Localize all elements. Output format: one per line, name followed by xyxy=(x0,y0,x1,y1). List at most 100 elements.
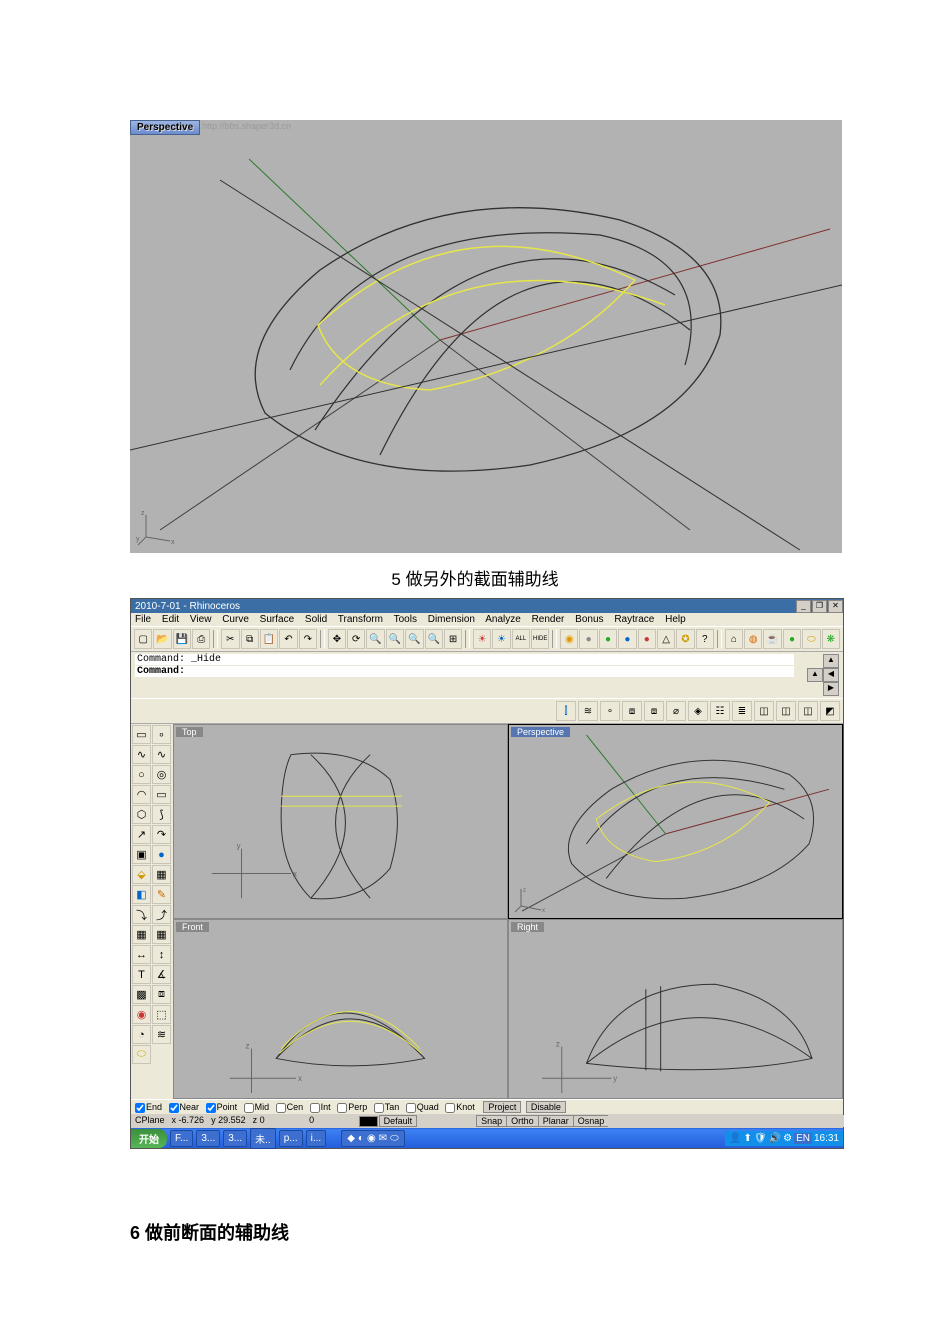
maximize-button[interactable]: ❐ xyxy=(812,600,827,613)
transform-icon[interactable]: ⤵ xyxy=(132,905,151,924)
lasso-icon[interactable]: ∘ xyxy=(152,725,171,744)
globe-icon[interactable]: ✪ xyxy=(676,629,694,649)
tray-icon[interactable]: ⚙ xyxy=(783,1133,792,1144)
print-icon[interactable]: ⎙ xyxy=(192,629,210,649)
taskbar-item[interactable]: F... xyxy=(170,1130,193,1147)
misc4-icon[interactable]: ◩ xyxy=(820,701,840,721)
menu-surface[interactable]: Surface xyxy=(260,614,294,625)
open-icon[interactable]: 📂 xyxy=(153,629,171,649)
menu-render[interactable]: Render xyxy=(532,614,565,625)
sphere-tool-icon[interactable]: ● xyxy=(152,845,171,864)
fillet-icon[interactable]: ↷ xyxy=(152,825,171,844)
render-icon[interactable]: ☀ xyxy=(492,629,510,649)
taskbar-item[interactable]: 3... xyxy=(223,1130,247,1147)
menu-solid[interactable]: Solid xyxy=(305,614,327,625)
loft-icon[interactable]: ⬭ xyxy=(132,1045,151,1064)
curve-icon[interactable]: ∿ xyxy=(152,745,171,764)
sphere-red-icon[interactable]: ● xyxy=(638,629,656,649)
misc1-icon[interactable]: ◫ xyxy=(754,701,774,721)
save-icon[interactable]: 💾 xyxy=(173,629,191,649)
osnap-quad[interactable]: Quad xyxy=(406,1102,439,1112)
osnap-disable-button[interactable]: Disable xyxy=(526,1101,566,1113)
shade-icon[interactable]: ☀ xyxy=(473,629,491,649)
redo-icon[interactable]: ↷ xyxy=(299,629,317,649)
viewport-top[interactable]: Top x y xyxy=(173,724,508,919)
osnap-end[interactable]: End xyxy=(135,1102,162,1112)
boolean-icon[interactable]: ◧ xyxy=(132,885,151,904)
osnap-near[interactable]: Near xyxy=(169,1102,200,1112)
arc-icon[interactable]: ◠ xyxy=(132,785,151,804)
new-icon[interactable]: ▢ xyxy=(134,629,152,649)
section-icon[interactable]: ⧈ xyxy=(152,985,171,1004)
layer-icon[interactable]: ◉ xyxy=(560,629,578,649)
sphere-blue-icon[interactable]: ● xyxy=(618,629,636,649)
tree-icon[interactable]: ❋ xyxy=(822,629,840,649)
misc5-icon[interactable]: ⬚ xyxy=(152,1005,171,1024)
point-icon[interactable]: ∘ xyxy=(600,701,620,721)
options-icon[interactable]: ⌂ xyxy=(725,629,743,649)
menu-tools[interactable]: Tools xyxy=(394,614,417,625)
dim-icon[interactable]: ↔ xyxy=(132,945,151,964)
ellipse-icon[interactable]: ◎ xyxy=(152,765,171,784)
cmd-right-icon[interactable]: ▶ xyxy=(823,682,839,696)
menu-raytrace[interactable]: Raytrace xyxy=(614,614,654,625)
group-icon[interactable]: ▦ xyxy=(132,925,151,944)
tray-icon[interactable]: 🛡 xyxy=(754,1133,767,1144)
props-icon[interactable]: ☷ xyxy=(710,701,730,721)
edge-icon[interactable]: ≋ xyxy=(578,701,598,721)
zoom-window-icon[interactable]: 🔍 xyxy=(386,629,404,649)
teapot-icon[interactable]: ☕ xyxy=(763,629,781,649)
move-icon[interactable]: ✥ xyxy=(328,629,346,649)
viewport-front[interactable]: Front x z xyxy=(173,919,508,1099)
circle-icon[interactable]: ○ xyxy=(132,765,151,784)
rotate-icon[interactable]: ⟳ xyxy=(347,629,365,649)
menu-bonus[interactable]: Bonus xyxy=(575,614,603,625)
taskbar-item[interactable]: 未.. xyxy=(250,1128,276,1149)
taskbar-item[interactable]: i... xyxy=(306,1130,327,1147)
toggle-snap[interactable]: Snap xyxy=(476,1115,507,1127)
select-icon[interactable]: ▭ xyxy=(132,725,151,744)
edit-icon[interactable]: ✎ xyxy=(152,885,171,904)
menu-transform[interactable]: Transform xyxy=(338,614,383,625)
toggle-osnap[interactable]: Osnap xyxy=(573,1115,610,1127)
cmd-down-icon[interactable]: ▲ xyxy=(807,668,823,682)
status-layer[interactable]: Default xyxy=(355,1115,421,1127)
shell-icon[interactable]: ◔ xyxy=(132,1025,151,1044)
pan-icon[interactable]: ⊞ xyxy=(444,629,462,649)
mesh-icon[interactable]: ▦ xyxy=(152,865,171,884)
viewport-perspective[interactable]: Perspective zx xyxy=(508,724,843,919)
cmd-up-icon[interactable]: ▲ xyxy=(823,654,839,668)
minimize-button[interactable]: _ xyxy=(796,600,811,613)
menu-file[interactable]: File xyxy=(135,614,151,625)
polyline-icon[interactable]: ∿ xyxy=(132,745,151,764)
menu-view[interactable]: View xyxy=(190,614,212,625)
zoom-extents-icon[interactable]: 🔍 xyxy=(366,629,384,649)
cplane-icon[interactable]: ◈ xyxy=(688,701,708,721)
taskbar-item[interactable]: 3... xyxy=(196,1130,220,1147)
osnap-cen[interactable]: Cen xyxy=(276,1102,304,1112)
hide-icon[interactable]: ⧈ xyxy=(644,701,664,721)
tray-icon[interactable]: ⬆ xyxy=(744,1133,752,1144)
osnap-perp[interactable]: Perp xyxy=(337,1102,367,1112)
undo-icon[interactable]: ↶ xyxy=(279,629,297,649)
zoom-dynamic-icon[interactable]: 🔍 xyxy=(425,629,443,649)
help-icon[interactable]: ? xyxy=(696,629,714,649)
hatch-icon[interactable]: ▩ xyxy=(132,985,151,1004)
menu-dimension[interactable]: Dimension xyxy=(428,614,475,625)
freeform-icon[interactable]: ⟆ xyxy=(152,805,171,824)
tray-icon[interactable]: 🔊 xyxy=(769,1133,781,1144)
sweep-icon[interactable]: ≋ xyxy=(152,1025,171,1044)
show-icon[interactable]: ⧈ xyxy=(622,701,642,721)
osnap-point[interactable]: Point xyxy=(206,1102,238,1112)
osnap-mid[interactable]: Mid xyxy=(244,1102,270,1112)
osnap-tan[interactable]: Tan xyxy=(374,1102,400,1112)
menu-help[interactable]: Help xyxy=(665,614,686,625)
world-icon[interactable]: ⬭ xyxy=(802,629,820,649)
menu-analyze[interactable]: Analyze xyxy=(485,614,521,625)
ungroup-icon[interactable]: ▦ xyxy=(152,925,171,944)
taskbar-item[interactable]: p... xyxy=(279,1130,303,1147)
misc2-icon[interactable]: ◫ xyxy=(776,701,796,721)
taskbar-quicklaunch[interactable]: ◆◐◉✉⬭ xyxy=(341,1130,404,1147)
layers-icon[interactable]: ≣ xyxy=(732,701,752,721)
render2-icon[interactable]: ◉ xyxy=(132,1005,151,1024)
